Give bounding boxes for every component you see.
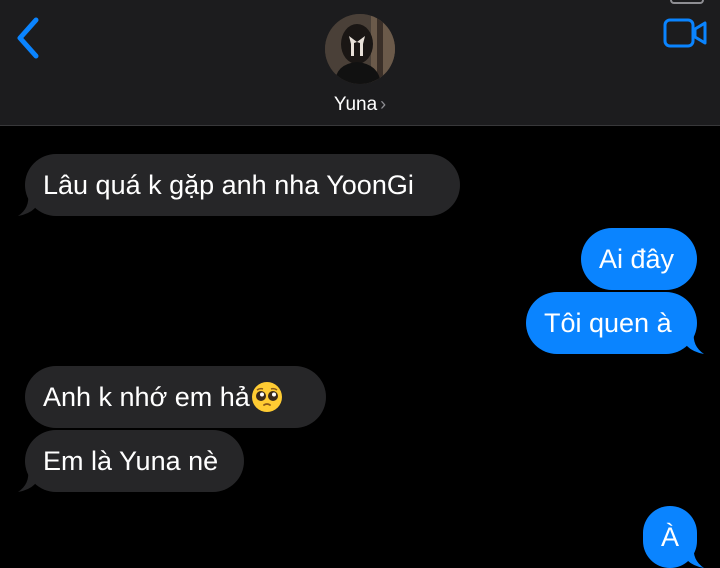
message-bubble-outgoing[interactable]: Ai đây bbox=[581, 228, 697, 290]
pleading-face-icon bbox=[251, 382, 282, 412]
chevron-left-icon bbox=[17, 17, 39, 59]
battery-icon bbox=[670, 0, 704, 4]
message-text: Ai đây bbox=[599, 243, 675, 274]
message-text: Anh k nhớ em hả bbox=[43, 381, 250, 412]
bubble-tail bbox=[682, 546, 704, 568]
avatar[interactable] bbox=[325, 14, 395, 84]
back-button[interactable] bbox=[8, 16, 48, 60]
conversation-header: Yuna › bbox=[0, 0, 720, 126]
message-bubble-incoming[interactable]: Em là Yuna nè bbox=[18, 430, 244, 492]
bubble-tail bbox=[682, 332, 704, 354]
message-bubble-incoming[interactable]: Lâu quá k gặp anh nha YoonGi bbox=[18, 154, 460, 216]
avatar-photo bbox=[325, 14, 395, 84]
video-call-button[interactable] bbox=[662, 16, 708, 50]
message-text: À bbox=[660, 521, 679, 552]
message-bubble-outgoing[interactable]: Tôi quen à bbox=[526, 292, 704, 354]
message-text: Em là Yuna nè bbox=[43, 445, 219, 476]
message-text: Tôi quen à bbox=[544, 307, 672, 338]
contact-name-button[interactable]: Yuna › bbox=[0, 94, 720, 116]
video-camera-icon bbox=[663, 18, 707, 48]
bubble-tail bbox=[18, 194, 40, 216]
message-bubble-outgoing[interactable]: À bbox=[643, 506, 704, 568]
message-text: Lâu quá k gặp anh nha YoonGi bbox=[43, 169, 414, 200]
bubble-tail bbox=[18, 470, 40, 492]
status-bar bbox=[670, 0, 704, 4]
chevron-right-icon: › bbox=[380, 94, 387, 114]
message-bubble-incoming[interactable]: Anh k nhớ em hả bbox=[25, 366, 326, 428]
contact-name: Yuna bbox=[333, 94, 378, 115]
